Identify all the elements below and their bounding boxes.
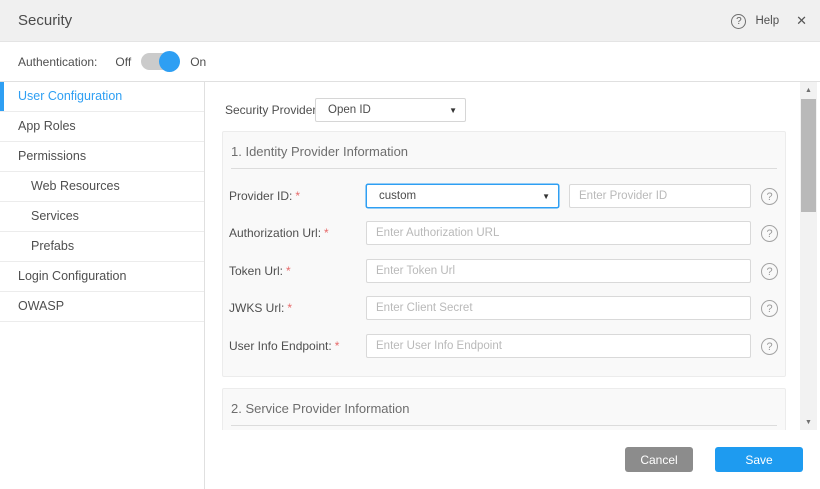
authentication-row: Authentication: Off On	[0, 42, 820, 82]
token-url-row: Token Url:* ?	[223, 259, 785, 283]
security-provider-value: Open ID	[316, 104, 449, 116]
chevron-down-icon: ▼	[449, 106, 465, 115]
field-help-icon[interactable]: ?	[761, 300, 778, 317]
provider-id-select-value: custom	[367, 190, 542, 202]
field-label: Provider ID:	[229, 189, 292, 203]
page-title: Security	[18, 12, 72, 29]
titlebar: Security ? Help ✕	[0, 0, 820, 42]
security-provider-label: Security Provider:	[225, 98, 320, 122]
authentication-toggle[interactable]	[141, 53, 179, 70]
provider-id-input[interactable]	[569, 184, 751, 208]
sidebar-item-label: OWASP	[18, 299, 64, 313]
required-asterisk: *	[335, 339, 340, 353]
scroll-up-icon[interactable]: ▲	[800, 82, 817, 98]
sidebar-item-user-configuration[interactable]: User Configuration	[0, 82, 204, 112]
field-help-icon[interactable]: ?	[761, 338, 778, 355]
sidebar-item-permissions[interactable]: Permissions	[0, 142, 204, 172]
section-title: 2. Service Provider Information	[231, 401, 777, 426]
required-asterisk: *	[295, 189, 300, 203]
toggle-on-label: On	[190, 55, 206, 69]
field-help-icon[interactable]: ?	[761, 263, 778, 280]
service-provider-section: 2. Service Provider Information	[222, 388, 786, 430]
scroll-down-icon[interactable]: ▼	[800, 414, 817, 430]
scrollbar-thumb[interactable]	[801, 99, 816, 212]
close-icon[interactable]: ✕	[796, 13, 807, 29]
sidebar-item-owasp[interactable]: OWASP	[0, 292, 204, 322]
sidebar: User Configuration App Roles Permissions…	[0, 82, 205, 489]
security-provider-select[interactable]: Open ID ▼	[315, 98, 466, 122]
provider-id-label: Provider ID:*	[229, 184, 300, 208]
sidebar-item-services[interactable]: Services	[0, 202, 204, 232]
sidebar-item-app-roles[interactable]: App Roles	[0, 112, 204, 142]
sidebar-item-label: Login Configuration	[18, 269, 126, 283]
authorization-url-row: Authorization Url:* ?	[223, 221, 785, 245]
field-label: Token Url:	[229, 264, 283, 278]
cancel-button[interactable]: Cancel	[625, 447, 693, 472]
chevron-down-icon: ▼	[542, 192, 558, 201]
authorization-url-input[interactable]	[366, 221, 751, 245]
field-label: User Info Endpoint:	[229, 339, 332, 353]
authentication-label: Authentication:	[18, 55, 97, 69]
field-label: Authorization Url:	[229, 226, 321, 240]
sidebar-item-label: Web Resources	[31, 179, 120, 193]
footer: Cancel Save	[205, 430, 820, 489]
active-indicator	[0, 82, 4, 111]
user-info-endpoint-input[interactable]	[366, 334, 751, 358]
authorization-url-label: Authorization Url:*	[229, 221, 329, 245]
required-asterisk: *	[286, 264, 291, 278]
main-content: Security Provider: Open ID ▼ 1. Identity…	[205, 82, 820, 430]
jwks-url-row: JWKS Url:* ?	[223, 296, 785, 320]
sidebar-item-label: Permissions	[18, 149, 86, 163]
identity-provider-section: 1. Identity Provider Information Provide…	[222, 131, 786, 377]
jwks-url-input[interactable]	[366, 296, 751, 320]
help-icon[interactable]: ?	[731, 14, 746, 29]
user-info-endpoint-row: User Info Endpoint:* ?	[223, 334, 785, 358]
user-info-endpoint-label: User Info Endpoint:*	[229, 334, 339, 358]
section-title: 1. Identity Provider Information	[231, 144, 777, 169]
required-asterisk: *	[324, 226, 329, 240]
field-label: JWKS Url:	[229, 301, 284, 315]
sidebar-item-web-resources[interactable]: Web Resources	[0, 172, 204, 202]
token-url-input[interactable]	[366, 259, 751, 283]
jwks-url-label: JWKS Url:*	[229, 296, 292, 320]
toggle-off-label: Off	[115, 55, 131, 69]
save-button[interactable]: Save	[715, 447, 803, 472]
vertical-scrollbar[interactable]: ▲ ▼	[800, 82, 817, 430]
sidebar-item-label: Prefabs	[31, 239, 74, 253]
titlebar-actions: ? Help ✕	[731, 0, 807, 42]
sidebar-item-label: App Roles	[18, 119, 76, 133]
required-asterisk: *	[287, 301, 292, 315]
sidebar-item-label: Services	[31, 209, 79, 223]
sidebar-item-prefabs[interactable]: Prefabs	[0, 232, 204, 262]
field-help-icon[interactable]: ?	[761, 188, 778, 205]
provider-id-select[interactable]: custom ▼	[366, 184, 559, 208]
field-help-icon[interactable]: ?	[761, 225, 778, 242]
help-link[interactable]: Help	[755, 15, 779, 27]
token-url-label: Token Url:*	[229, 259, 291, 283]
sidebar-item-label: User Configuration	[18, 89, 122, 103]
toggle-knob	[159, 51, 180, 72]
provider-id-row: Provider ID:* custom ▼ ?	[223, 184, 785, 208]
sidebar-item-login-configuration[interactable]: Login Configuration	[0, 262, 204, 292]
